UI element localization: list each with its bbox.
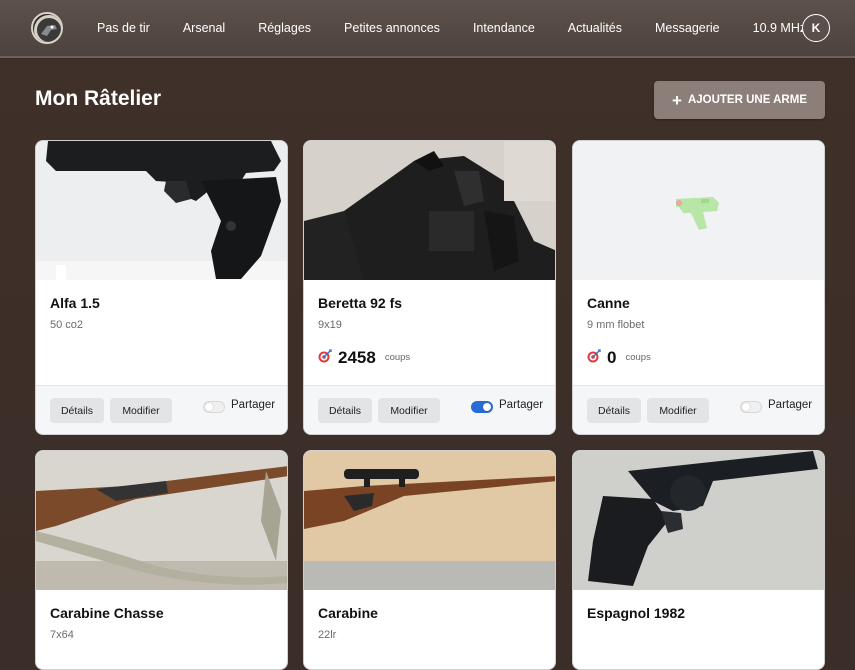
weapon-name: Espagnol 1982 bbox=[587, 605, 686, 621]
weapon-name: Canne bbox=[587, 295, 630, 311]
toggle-knob bbox=[483, 403, 491, 411]
card-footer: Détails Modifier Partager bbox=[304, 385, 555, 434]
toggle-knob bbox=[742, 403, 750, 411]
weapon-photo bbox=[573, 451, 824, 590]
shot-count: 0 bbox=[607, 348, 617, 367]
edit-button[interactable]: Modifier bbox=[647, 398, 709, 423]
weapon-name: Carabine Chasse bbox=[50, 605, 164, 621]
card-footer: Détails Modifier Partager bbox=[36, 385, 287, 434]
shot-counter: 0 coups bbox=[587, 348, 651, 368]
edit-button[interactable]: Modifier bbox=[110, 398, 172, 423]
shot-unit: coups bbox=[384, 351, 411, 363]
target-icon bbox=[587, 348, 601, 368]
weapon-card: Carabine Chasse 7x64 bbox=[35, 450, 288, 670]
target-icon bbox=[318, 348, 332, 368]
page-title: Mon Râtelier bbox=[35, 87, 162, 110]
app-logo[interactable] bbox=[31, 12, 63, 44]
nav-intendance[interactable]: Intendance bbox=[473, 21, 535, 35]
weapon-caliber: 9x19 bbox=[318, 319, 342, 331]
weapon-caliber: 50 co2 bbox=[50, 319, 84, 331]
toggle-knob bbox=[205, 403, 213, 411]
nav-radio-frequency[interactable]: 10.9 MHz bbox=[753, 21, 807, 35]
edit-button[interactable]: Modifier bbox=[378, 398, 440, 423]
top-navbar: Pas de tir Arsenal Réglages Petites anno… bbox=[0, 0, 855, 58]
water-pistol-icon bbox=[573, 141, 824, 280]
weapon-caliber: 7x64 bbox=[50, 629, 74, 641]
weapon-photo bbox=[304, 141, 555, 280]
weapon-card: Alfa 1.5 50 co2 Détails Modifier Partage… bbox=[35, 140, 288, 435]
weapon-name: Beretta 92 fs bbox=[318, 295, 403, 311]
nav-actualites[interactable]: Actualités bbox=[568, 21, 622, 35]
weapon-photo bbox=[573, 141, 824, 280]
add-weapon-label: AJOUTER UNE ARME bbox=[687, 94, 807, 106]
user-avatar[interactable]: K bbox=[802, 14, 830, 42]
share-toggle[interactable] bbox=[203, 401, 225, 413]
weapon-photo bbox=[304, 451, 555, 590]
share-toggle[interactable] bbox=[471, 401, 493, 413]
shot-count: 2458 bbox=[338, 348, 376, 367]
card-footer: Détails Modifier Partager bbox=[573, 385, 824, 434]
nav-arsenal[interactable]: Arsenal bbox=[183, 21, 225, 35]
plus-icon: + bbox=[672, 90, 682, 110]
shot-counter: 2458 coups bbox=[318, 348, 410, 368]
share-label: Partager bbox=[499, 399, 544, 411]
weapon-card: Carabine 22lr bbox=[303, 450, 556, 670]
weapon-name: Carabine bbox=[318, 605, 378, 621]
share-label: Partager bbox=[768, 399, 813, 411]
main-content: Mon Râtelier + AJOUTER UNE ARME Alfa 1.5… bbox=[0, 60, 855, 670]
nav-pas-de-tir[interactable]: Pas de tir bbox=[97, 21, 150, 35]
weapon-name: Alfa 1.5 bbox=[50, 295, 100, 311]
weapon-caliber: 22lr bbox=[318, 629, 337, 641]
weapon-photo bbox=[36, 141, 287, 280]
share-toggle[interactable] bbox=[740, 401, 762, 413]
weapon-card: Espagnol 1982 bbox=[572, 450, 825, 670]
shot-unit: coups bbox=[625, 351, 651, 363]
share-label: Partager bbox=[231, 399, 276, 411]
nav-messagerie[interactable]: Messagerie bbox=[655, 21, 720, 35]
nav-reglages[interactable]: Réglages bbox=[258, 21, 311, 35]
weapon-card: Beretta 92 fs 9x19 2458 coups Détails Mo… bbox=[303, 140, 556, 435]
details-button[interactable]: Détails bbox=[50, 398, 104, 423]
details-button[interactable]: Détails bbox=[587, 398, 641, 423]
details-button[interactable]: Détails bbox=[318, 398, 372, 423]
weapon-photo bbox=[36, 451, 287, 590]
weapon-caliber: 9 mm flobet bbox=[587, 319, 645, 331]
nav-petites-annonces[interactable]: Petites annonces bbox=[344, 21, 440, 35]
weapon-card: Canne 9 mm flobet 0 coups Détails Modifi… bbox=[572, 140, 825, 435]
add-weapon-button[interactable]: + AJOUTER UNE ARME bbox=[654, 81, 825, 119]
